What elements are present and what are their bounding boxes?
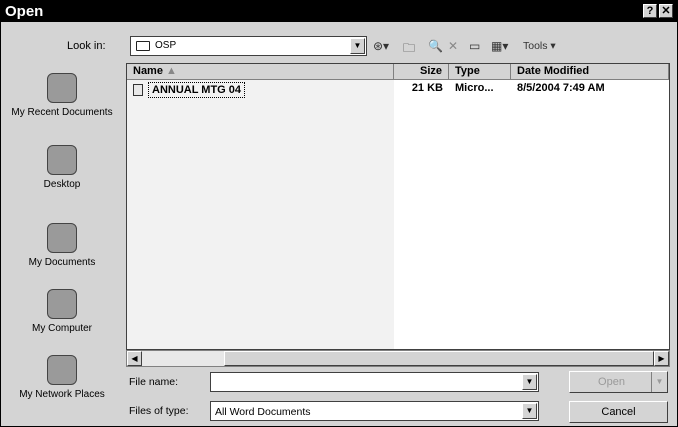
file-name: ANNUAL MTG 04 (148, 82, 246, 98)
views-icon[interactable]: ▦▾ (491, 39, 508, 53)
file-list[interactable]: Name ▲ Size Type Date Modified ANNUAL MT… (126, 63, 670, 350)
up-folder-icon[interactable]: 🗀 (403, 39, 415, 60)
toolbar: ⊛▾ 🗀 🔍 ✕ ▭ ▦▾ Tools ▾ (373, 37, 673, 57)
network-places-icon (47, 355, 77, 385)
column-header-date-modified[interactable]: Date Modified (511, 64, 669, 80)
filetype-dropdown-icon[interactable]: ▼ (522, 403, 537, 419)
place-desktop[interactable]: Desktop (6, 145, 118, 190)
filename-input[interactable]: ▼ (210, 372, 539, 392)
dialog-title: Open (5, 3, 44, 20)
new-folder-icon[interactable]: ▭ (469, 39, 480, 53)
place-my-network-places[interactable]: My Network Places (6, 355, 118, 400)
open-options-icon[interactable]: ▼ (651, 372, 667, 392)
search-web-icon[interactable]: 🔍 (428, 39, 443, 53)
place-my-computer[interactable]: My Computer (6, 289, 118, 334)
tools-menu[interactable]: Tools ▾ (523, 40, 556, 52)
word-document-icon (133, 84, 143, 96)
scroll-thumb[interactable] (224, 351, 654, 366)
place-my-recent-documents[interactable]: My Recent Documents (6, 73, 118, 118)
filename-label: File name: (129, 376, 179, 388)
cancel-button[interactable]: Cancel (569, 401, 668, 423)
column-header-name[interactable]: Name ▲ (127, 64, 394, 80)
open-dialog: Open ? ✕ Look in: OSP ▼ ⊛▾ 🗀 🔍 ✕ ▭ ▦▾ To… (0, 0, 678, 427)
close-button[interactable]: ✕ (659, 4, 673, 18)
file-row[interactable]: ANNUAL MTG 04 21 KB Micro... 8/5/2004 7:… (127, 82, 667, 98)
column-header-type[interactable]: Type (449, 64, 511, 80)
scroll-left-icon[interactable]: ◀ (127, 351, 142, 366)
my-computer-icon (47, 289, 77, 319)
back-icon[interactable]: ⊛▾ (373, 39, 389, 53)
filename-dropdown-icon[interactable]: ▼ (522, 374, 537, 390)
title-bar: Open ? ✕ (1, 1, 677, 22)
filetype-select[interactable]: All Word Documents ▼ (210, 401, 539, 421)
scroll-right-icon[interactable]: ▶ (654, 351, 669, 366)
file-size: 21 KB (411, 82, 443, 94)
column-header-size[interactable]: Size (394, 64, 449, 80)
place-my-documents[interactable]: My Documents (6, 223, 118, 268)
lookin-dropdown[interactable]: OSP ▼ (130, 36, 367, 56)
folder-icon (136, 41, 150, 51)
my-documents-icon (47, 223, 77, 253)
places-bar: My Recent Documents Desktop My Documents… (6, 63, 118, 423)
delete-icon[interactable]: ✕ (448, 39, 458, 53)
file-date: 8/5/2004 7:49 AM (517, 82, 605, 94)
desktop-icon (47, 145, 77, 175)
chevron-down-icon[interactable]: ▼ (350, 38, 365, 54)
lookin-value: OSP (155, 40, 177, 51)
file-type: Micro... (455, 82, 494, 94)
lookin-label: Look in: (67, 40, 106, 52)
open-button[interactable]: Open ▼ (569, 371, 668, 393)
recent-documents-icon (47, 73, 77, 103)
filetype-label: Files of type: (129, 405, 189, 417)
help-button[interactable]: ? (643, 4, 657, 18)
horizontal-scrollbar[interactable]: ◀ ▶ (126, 350, 670, 367)
